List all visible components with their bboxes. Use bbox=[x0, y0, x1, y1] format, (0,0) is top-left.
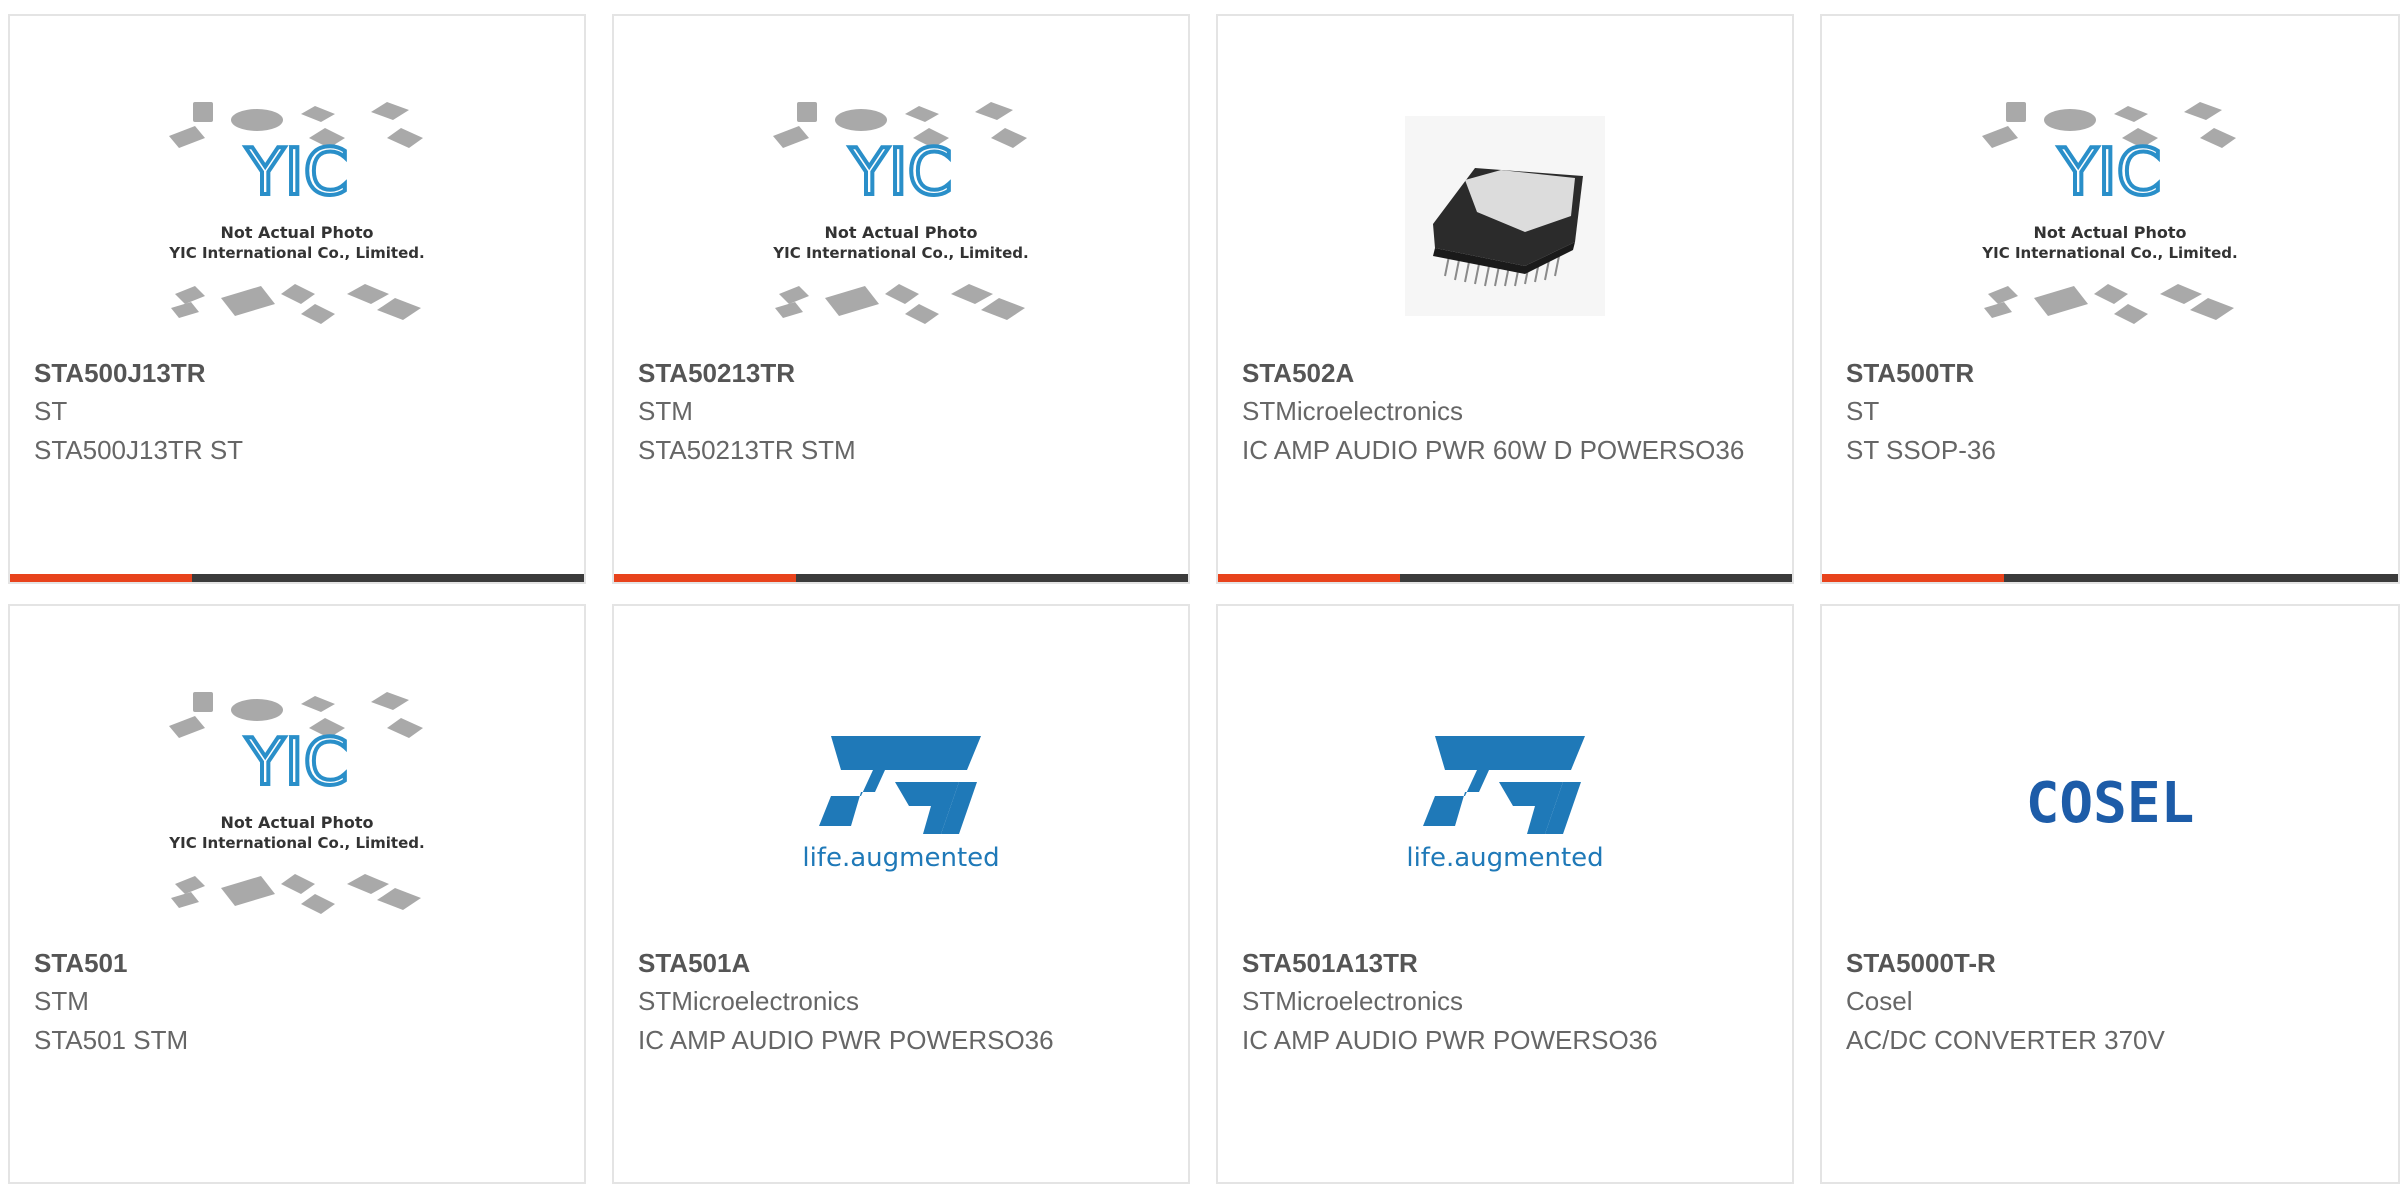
svg-text:Not Actual Photo: Not Actual Photo bbox=[824, 223, 977, 242]
part-number[interactable]: STA5000T-R bbox=[1846, 948, 1996, 979]
manufacturer: STM bbox=[34, 986, 89, 1016]
product-description: AC/DC CONVERTER 370V bbox=[1846, 1025, 2165, 1055]
part-number[interactable]: STA501A13TR bbox=[1242, 948, 1418, 979]
svg-text:YIC: YIC bbox=[245, 136, 349, 210]
product-image[interactable]: COSEL bbox=[1822, 666, 2398, 946]
placeholder-photo-icon: YIC Not Actual Photo YIC International C… bbox=[772, 102, 1029, 324]
product-image[interactable]: life.augmented bbox=[614, 666, 1188, 946]
product-description: STA500J13TR ST bbox=[34, 435, 244, 465]
card-accent-bar bbox=[10, 574, 192, 582]
product-card[interactable]: YIC Not Actual Photo YIC International C… bbox=[8, 14, 586, 584]
svg-text:YIC International Co., Limited: YIC International Co., Limited. bbox=[168, 834, 424, 852]
svg-text:YIC: YIC bbox=[245, 726, 349, 800]
product-card[interactable]: life.augmented STA501A STMicroelectronic… bbox=[612, 604, 1190, 1184]
product-grid: YIC Not Actual Photo YIC International C… bbox=[0, 0, 2400, 1184]
product-card[interactable]: YIC Not Actual Photo YIC International C… bbox=[1820, 14, 2400, 584]
svg-text:life.augmented: life.augmented bbox=[1406, 843, 1603, 873]
part-number[interactable]: STA500J13TR bbox=[34, 358, 206, 389]
product-card[interactable]: YIC Not Actual Photo YIC International C… bbox=[8, 604, 586, 1184]
product-image[interactable]: YIC Not Actual Photo YIC International C… bbox=[10, 76, 584, 356]
manufacturer: STMicroelectronics bbox=[1242, 396, 1464, 426]
manufacturer: Cosel bbox=[1846, 986, 1913, 1016]
product-description: STA50213TR STM bbox=[638, 435, 856, 465]
card-bottom-bar bbox=[1218, 574, 1792, 582]
card-accent-bar bbox=[614, 574, 796, 582]
svg-text:YIC International Co., Limited: YIC International Co., Limited. bbox=[168, 244, 424, 262]
part-number[interactable]: STA50213TR bbox=[638, 358, 795, 389]
svg-text:YIC: YIC bbox=[2058, 136, 2162, 210]
card-bottom-bar bbox=[10, 574, 584, 582]
manufacturer: STM bbox=[638, 396, 693, 426]
chip-photo-icon bbox=[1405, 116, 1605, 316]
product-description: ST SSOP-36 bbox=[1846, 435, 1996, 465]
placeholder-photo-icon: YIC Not Actual Photo YIC International C… bbox=[1981, 102, 2238, 324]
card-accent-bar bbox=[1218, 574, 1400, 582]
card-bottom-bar bbox=[614, 574, 1188, 582]
svg-text:COSEL: COSEL bbox=[2026, 771, 2195, 836]
product-image[interactable]: YIC Not Actual Photo YIC International C… bbox=[614, 76, 1188, 356]
card-bottom-bar bbox=[1822, 574, 2398, 582]
svg-text:Not Actual Photo: Not Actual Photo bbox=[220, 813, 373, 832]
product-image[interactable]: YIC Not Actual Photo YIC International C… bbox=[10, 666, 584, 946]
manufacturer: STMicroelectronics bbox=[638, 986, 860, 1016]
part-number[interactable]: STA502A bbox=[1242, 358, 1354, 389]
placeholder-photo-icon: YIC Not Actual Photo YIC International C… bbox=[168, 102, 425, 324]
svg-text:YIC International Co., Limited: YIC International Co., Limited. bbox=[1981, 244, 2237, 262]
svg-text:life.augmented: life.augmented bbox=[802, 843, 999, 873]
product-card[interactable]: YIC Not Actual Photo YIC International C… bbox=[612, 14, 1190, 584]
product-image[interactable]: YIC Not Actual Photo YIC International C… bbox=[1822, 76, 2398, 356]
svg-text:Not Actual Photo: Not Actual Photo bbox=[220, 223, 373, 242]
manufacturer: ST bbox=[1846, 396, 1880, 426]
product-card[interactable]: STA502A STMicroelectronics IC AMP AUDIO … bbox=[1216, 14, 1794, 584]
product-description: IC AMP AUDIO PWR 60W D POWERSO36 bbox=[1242, 435, 1745, 465]
product-description: STA501 STM bbox=[34, 1025, 189, 1055]
product-description: IC AMP AUDIO PWR POWERSO36 bbox=[638, 1025, 1054, 1055]
st-logo-icon: life.augmented bbox=[1406, 736, 1604, 873]
product-image[interactable] bbox=[1218, 76, 1792, 356]
part-number[interactable]: STA501A bbox=[638, 948, 750, 979]
manufacturer: STMicroelectronics bbox=[1242, 986, 1464, 1016]
svg-text:YIC: YIC bbox=[849, 136, 953, 210]
placeholder-photo-icon: YIC Not Actual Photo YIC International C… bbox=[168, 692, 425, 914]
product-card[interactable]: life.augmented STA501A13TR STMicroelectr… bbox=[1216, 604, 1794, 1184]
st-logo-icon: life.augmented bbox=[802, 736, 1000, 873]
product-image[interactable]: life.augmented bbox=[1218, 666, 1792, 946]
manufacturer: ST bbox=[34, 396, 68, 426]
part-number[interactable]: STA501 bbox=[34, 948, 127, 979]
card-accent-bar bbox=[1822, 574, 2004, 582]
svg-text:Not Actual Photo: Not Actual Photo bbox=[2033, 223, 2186, 242]
product-card[interactable]: COSEL STA5000T-R Cosel AC/DC CONVERTER 3… bbox=[1820, 604, 2400, 1184]
part-number[interactable]: STA500TR bbox=[1846, 358, 1974, 389]
product-description: IC AMP AUDIO PWR POWERSO36 bbox=[1242, 1025, 1658, 1055]
cosel-logo-icon: COSEL bbox=[2026, 771, 2195, 836]
svg-text:YIC International Co., Limited: YIC International Co., Limited. bbox=[772, 244, 1028, 262]
